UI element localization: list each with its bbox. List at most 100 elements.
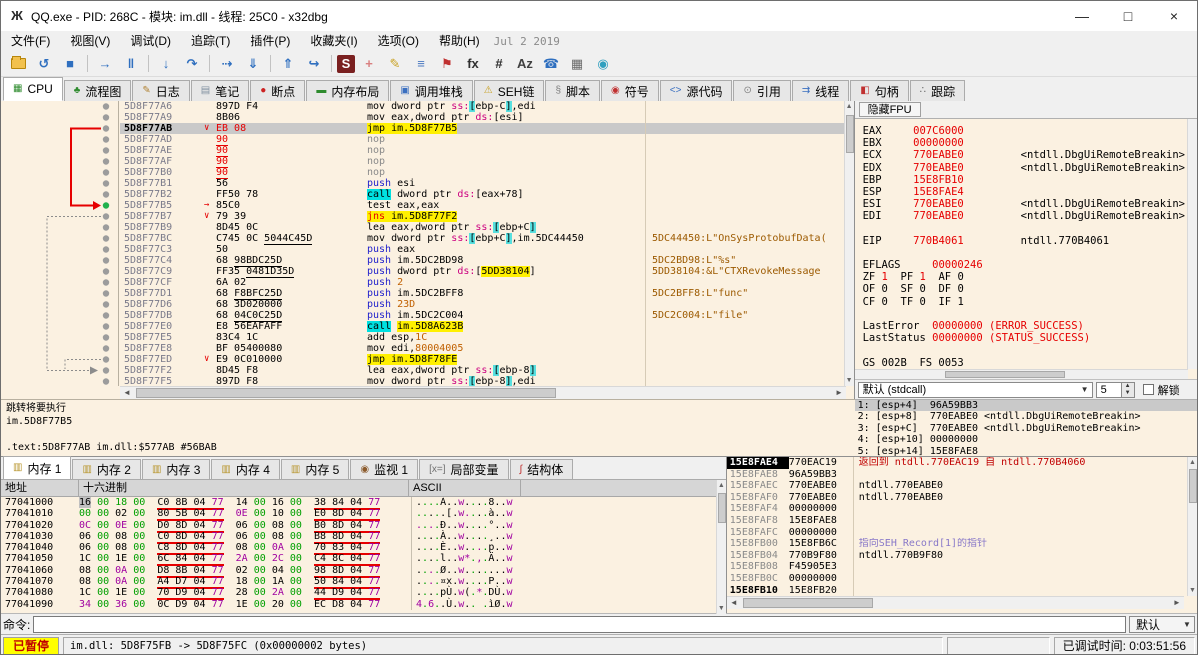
stack-row[interactable]: 15E8FAE4 770EAC19 返回到 ntdll.770EAC19 自 ntd… <box>726 457 1184 469</box>
tab-跟踪[interactable]: ∴ 跟踪 <box>909 80 966 101</box>
tab-结构体[interactable]: ∫ 结构体 <box>509 459 574 479</box>
stack-panel[interactable]: 15E8FAE4 770EAC19 返回到 ntdll.770EAC19 自 ntd… <box>726 457 1197 613</box>
registers-panel[interactable]: 隐藏FPU EAX 007C6000 EBX 00000000 ECX 770EAB… <box>854 101 1197 456</box>
disasm-row[interactable]: 5D8F77DB 68 04C0C25D push im.5DC2C004 5DC2C… <box>120 310 846 322</box>
tab-笔记[interactable]: ▤ 笔记 <box>190 80 250 101</box>
dump-row[interactable]: 77041090 34 00 36 00 0C D9 04 77 1E 00 20… <box>1 598 711 610</box>
register-row[interactable]: EDX 770EABE0 <ntdll.DbgUiRemoteBreakin> <box>863 162 1188 174</box>
disasm-row[interactable]: 5D8F77BC C745 0C 5044C45D mov dword ptr ss… <box>120 233 846 245</box>
register-row[interactable] <box>863 344 1188 356</box>
stack-row[interactable]: 15E8FB10 15E8FB20 <box>727 584 1184 596</box>
disasm-row[interactable]: 5D8F77AD 90 nop <box>120 134 846 146</box>
calculator-icon[interactable]: ▦ <box>565 53 589 75</box>
disasm-row[interactable]: 5D8F77B0 90 nop <box>120 167 846 179</box>
dump-row[interactable]: 77041010 00 00 02 00 80 5B 04 77 0E 00 10… <box>1 508 711 522</box>
spinner-arrows-icon[interactable]: ▲ ▼ <box>1121 381 1135 398</box>
patches-icon[interactable]: + <box>357 53 381 75</box>
tab-CPU[interactable]: ▦ CPU <box>3 77 63 101</box>
menu-item[interactable]: 收藏夹(I) <box>300 31 367 51</box>
memory-dump-panel[interactable]: ▥ 内存 1 ▥ 内存 2 ▥ 内存 3 ▥ 内存 4 ▥ 内存 5 ◉ 监视 1 [x=] 局部变量 ∫ 结… <box>1 456 727 614</box>
hide-fpu-button[interactable]: 隐藏FPU <box>858 102 921 117</box>
scroll-down-icon[interactable]: ▼ <box>717 603 726 614</box>
menu-item[interactable]: 文件(F) <box>1 31 60 51</box>
register-row[interactable]: GS 002B FS 0053 <box>863 357 1188 369</box>
tab-句柄[interactable]: ◧ 句柄 <box>850 80 909 101</box>
disasm-row[interactable]: 5D8F77F2 8D45 F8 lea eax,dword ptr ss:[ebp… <box>120 365 846 376</box>
register-row[interactable]: EAX 007C6000 <box>863 125 1188 137</box>
disasm-row[interactable]: 5D8F77AE 90 nop <box>120 145 846 157</box>
disasm-row[interactable]: 5D8F77E5 83C4 1C add esp,1C <box>120 332 846 343</box>
disasm-row[interactable]: 5D8F77AB ∨ EB 08 jmp im.5D8F77B5 <box>120 123 846 134</box>
tab-日志[interactable]: ✎ 日志 <box>132 80 190 101</box>
menu-item[interactable]: 追踪(T) <box>181 31 240 51</box>
register-row[interactable]: EDI 770EABE0 <ntdll.DbgUiRemoteBreakin> <box>863 210 1188 222</box>
call-arg-row[interactable]: 4: [esp+10] 00000000 <box>855 434 1197 445</box>
tab-流程图[interactable]: ♣ 流程图 <box>63 80 132 101</box>
register-row[interactable]: ESP 15E8FAE4 <box>863 186 1188 198</box>
disasm-row[interactable]: 5D8F77B9 8D45 0C lea eax,dword ptr ss:[ebp… <box>120 222 846 233</box>
scroll-down-icon[interactable]: ▼ <box>845 375 854 386</box>
scroll-left-icon[interactable]: ◄ <box>727 597 741 609</box>
disasm-row[interactable]: 5D8F77C9 FF35 0481D35D push dword ptr ds:[… <box>120 266 846 278</box>
disasm-row[interactable]: 5D8F77E0 E8 56EAFAFF call im.5D8A623B <box>120 321 846 332</box>
scroll-up-icon[interactable]: ▲ <box>1188 457 1197 468</box>
registers-hscrollbar[interactable] <box>854 369 1188 379</box>
register-row[interactable]: CF 0 TF 0 IF 1 <box>863 296 1188 308</box>
disasm-row[interactable]: 5D8F77D1 68 F8BFC25D push im.5DC2BFF8 5DC2B… <box>120 288 846 300</box>
dump-row[interactable]: 77041080 1C 00 1E 00 70 D9 04 77 28 00 2A… <box>1 587 711 601</box>
register-row[interactable] <box>863 223 1188 235</box>
stack-vscrollbar[interactable]: ▲ ▼ <box>1187 457 1197 596</box>
tab-内存 2[interactable]: ▥ 内存 2 <box>72 459 141 479</box>
disasm-row[interactable]: 5D8F77A9 8B06 mov eax,dword ptr ds:[esi] <box>120 112 846 123</box>
snapshot-icon[interactable]: S <box>337 54 355 73</box>
stop-icon[interactable]: ■ <box>58 53 82 75</box>
disasm-row[interactable]: 5D8F77CF 6A 02 push 2 <box>120 277 846 288</box>
tab-断点[interactable]: ● 断点 <box>250 80 306 101</box>
step-into-icon[interactable]: ↓ <box>154 53 178 75</box>
step-over-icon[interactable]: ↷ <box>180 53 204 75</box>
arg-count-spinner[interactable]: 5 <box>1095 381 1122 398</box>
stack-row[interactable]: 15E8FAFC 00000000 <box>727 526 1184 539</box>
restart-icon[interactable]: ↺ <box>32 53 56 75</box>
unlock-checkbox[interactable] <box>1142 384 1154 395</box>
tab-内存 1[interactable]: ▥ 内存 1 <box>3 456 72 479</box>
tab-源代码[interactable]: <> 源代码 <box>659 80 733 101</box>
call-arguments-list[interactable]: 1: [esp+4] 96A59BB3 2: [esp+8] 770EABE0 <… <box>854 399 1197 456</box>
menu-item[interactable]: 帮助(H) <box>429 31 490 51</box>
call-arg-row[interactable]: 3: [esp+C] 770EABE0 <ntdll.DbgUiRemoteBr… <box>855 423 1197 434</box>
scroll-right-icon[interactable]: ► <box>832 387 846 399</box>
register-row[interactable]: ECX 770EABE0 <ntdll.DbgUiRemoteBreakin> <box>863 149 1188 161</box>
menu-item[interactable]: 调试(D) <box>120 31 181 51</box>
register-row[interactable]: ESI 770EABE0 <ntdll.DbgUiRemoteBreakin> <box>863 198 1188 210</box>
menu-item[interactable]: 视图(V) <box>60 31 120 51</box>
stack-row[interactable]: 15E8FAF4 00000000 <box>727 503 1184 515</box>
stack-row[interactable]: 15E8FAEC 770EABE0 ntdll.770EABE0 <box>727 480 1184 492</box>
disasm-hscrollbar[interactable]: ◄ ► <box>120 386 846 399</box>
register-row[interactable]: EBP 15E8FB10 <box>863 174 1188 186</box>
run-to-user-code-icon[interactable]: ↪ <box>302 53 326 75</box>
scroll-right-icon[interactable]: ► <box>1170 597 1184 609</box>
dump-row[interactable]: 77041000 16 00 18 00 C0 8B 04 77 14 00 16… <box>1 497 711 510</box>
command-input[interactable] <box>33 615 1126 633</box>
tab-SEH链[interactable]: ⚠ SEH链 <box>473 80 545 101</box>
disasm-row[interactable]: 5D8F77F5 897D F8 mov dword ptr ss:[ebp-8],… <box>120 376 846 386</box>
tab-内存 5[interactable]: ▥ 内存 5 <box>280 459 350 479</box>
call-arg-row[interactable]: 1: [esp+4] 96A59BB3 <box>854 400 1197 412</box>
register-row[interactable] <box>863 247 1188 259</box>
disasm-row[interactable]: 5D8F77C3 50 push eax <box>120 244 846 255</box>
functions-icon[interactable]: fx <box>461 53 485 75</box>
command-dropdown[interactable]: 默认 ▼ <box>1129 615 1195 633</box>
tab-内存 4[interactable]: ▥ 内存 4 <box>211 459 280 479</box>
stack-row[interactable]: 15E8FB04 770B9F80 ntdll.770B9F80 <box>727 549 1184 562</box>
run-to-cursor-icon[interactable]: ⇢ <box>215 53 239 75</box>
scroll-down-icon[interactable]: ▼ <box>1188 585 1197 596</box>
dump-row[interactable]: 77041070 08 00 0A 00 A4 D7 04 77 18 00 1A… <box>1 576 711 590</box>
calling-convention-dropdown[interactable]: 默认 (stdcall) ▼ <box>857 381 1093 398</box>
scroll-up-icon[interactable]: ▲ <box>845 101 854 112</box>
disasm-row[interactable]: 5D8F77B5 → 85C0 test eax,eax <box>120 200 846 211</box>
menu-item[interactable]: 插件(P) <box>240 31 300 51</box>
tab-局部变量[interactable]: [x=] 局部变量 <box>419 459 509 479</box>
disasm-row[interactable]: 5D8F77B2 FF50 78 call dword ptr ds:[eax+78… <box>120 189 846 200</box>
register-row[interactable]: EBX 00000000 <box>863 137 1188 149</box>
stack-row[interactable]: 15E8FAF0 770EABE0 ntdll.770EABE0 <box>727 491 1184 504</box>
